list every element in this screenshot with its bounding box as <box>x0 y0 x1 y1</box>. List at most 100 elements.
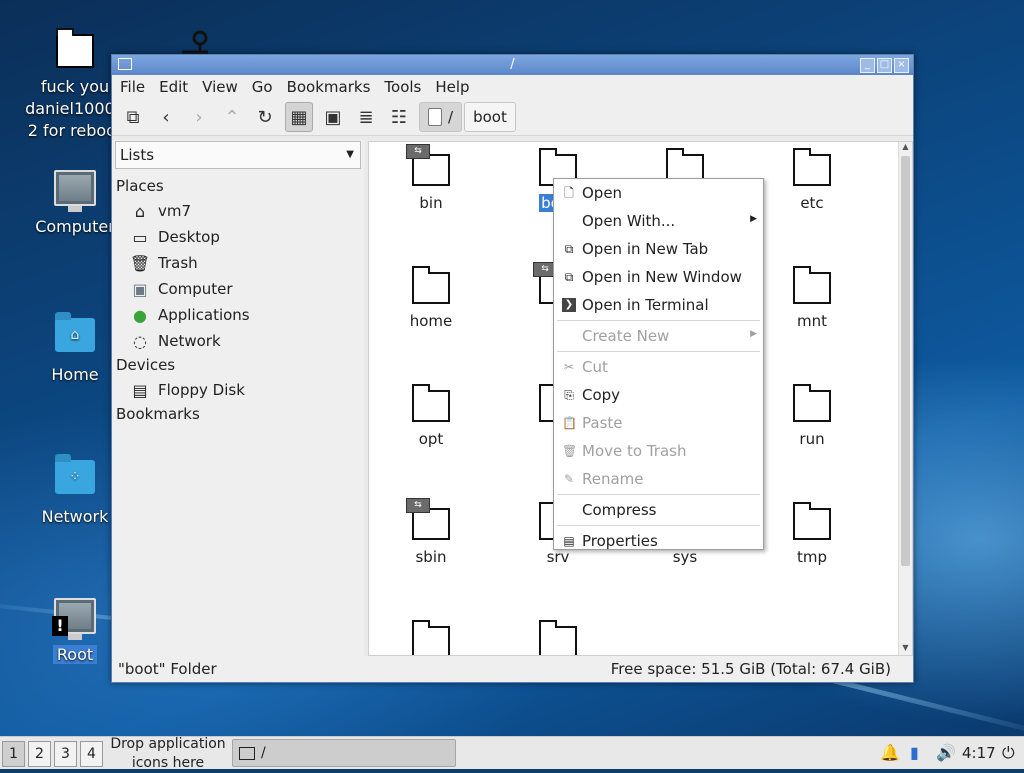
menu-item-open-in-new-tab[interactable]: ⧉ Open in New Tab <box>554 235 763 263</box>
breadcrumb-root[interactable]: / <box>419 102 463 132</box>
sidebar-item-computer[interactable]: ▣ Computer <box>112 276 364 302</box>
folder-icon <box>793 266 831 304</box>
folder-icon <box>412 266 450 304</box>
menu-item-move-to-trash[interactable]: 🗑 Move to Trash <box>554 437 763 465</box>
folder-icon: ⇆ <box>406 498 450 540</box>
back-arrow-icon: ‹ <box>162 106 170 128</box>
menu-item-rename[interactable]: ✎ Rename <box>554 465 763 493</box>
sidebar: Lists ▼ Places ⌂ vm7 ▭ Desktop 🗑 Trash ▣ Com… <box>112 140 364 656</box>
menu-item-create-new[interactable]: Create New ▶ <box>554 322 763 350</box>
file-item[interactable]: home <box>381 264 481 330</box>
sidebar-item-vm7[interactable]: ⌂ vm7 <box>112 198 364 224</box>
sidebar-item-applications[interactable]: ● Applications <box>112 302 364 328</box>
task-button-file-manager[interactable]: / <box>232 739 456 767</box>
compact-view-button[interactable]: ≣ <box>353 103 379 131</box>
folder-icon <box>793 384 831 422</box>
context-menu: 🗋 Open Open With... ▶ ⧉ Open in New Tab ⧉ Open … <box>553 178 764 550</box>
file-item-label: mnt <box>797 312 827 330</box>
back-button[interactable]: ‹ <box>153 103 179 131</box>
menu-item-open[interactable]: 🗋 Open <box>554 179 763 207</box>
file-item[interactable]: opt <box>381 382 481 448</box>
breadcrumb-current-label: boot <box>473 108 507 126</box>
menu-item-label: Move to Trash <box>582 442 687 460</box>
workspace-1-button[interactable]: 1 <box>2 741 25 767</box>
menu-item-label: Copy <box>582 386 621 404</box>
menu-item-open-in-new-window[interactable]: ⧉ Open in New Window <box>554 263 763 291</box>
menu-go[interactable]: Go <box>252 78 273 96</box>
menu-item-label: Open in New Window <box>582 268 742 286</box>
quicklaunch-drop-area[interactable]: Drop application icons here <box>108 735 228 773</box>
menu-edit[interactable]: Edit <box>159 78 188 96</box>
file-item[interactable] <box>508 618 608 655</box>
file-item[interactable] <box>381 618 481 655</box>
side-pane-mode-select[interactable]: Lists ▼ <box>115 141 361 169</box>
menu-bar: File Edit View Go Bookmarks Tools Help <box>112 75 913 99</box>
menu-item-open-with[interactable]: Open With... ▶ <box>554 207 763 235</box>
menu-item-label: Paste <box>582 414 623 432</box>
removable-media-icon[interactable]: ▮ <box>910 743 919 762</box>
menu-separator <box>557 320 760 321</box>
file-manager-window: / _ □ × File Edit View Go Bookmarks Tool… <box>111 54 914 683</box>
forward-button[interactable]: › <box>186 103 212 131</box>
file-item[interactable]: ⇆ bin <box>381 144 481 212</box>
menu-view[interactable]: View <box>202 78 238 96</box>
file-item[interactable]: ⇆ sbin <box>381 498 481 566</box>
power-icon[interactable]: ⏻ <box>1002 743 1015 763</box>
file-item[interactable]: run <box>762 382 862 448</box>
copy-icon: ⎘ <box>564 388 574 402</box>
clock[interactable]: 4:17 <box>962 744 996 762</box>
workspace-3-button[interactable]: 3 <box>54 741 77 767</box>
chevron-down-icon: ▼ <box>346 149 354 160</box>
scroll-down-icon[interactable]: ▼ <box>899 643 912 655</box>
menu-item-label: Cut <box>582 358 608 376</box>
sidebar-item-label: Floppy Disk <box>158 381 245 399</box>
sidebar-item-trash[interactable]: 🗑 Trash <box>112 250 364 276</box>
sidebar-item-floppy[interactable]: ▤ Floppy Disk <box>112 377 364 403</box>
reload-button[interactable]: ↻ <box>252 103 278 131</box>
properties-icon: ▤ <box>563 534 575 548</box>
sidebar-item-network[interactable]: ◌ Network <box>112 328 364 354</box>
file-item[interactable]: tmp <box>762 500 862 566</box>
home-icon: ⌂ <box>134 201 146 221</box>
status-bar: "boot" Folder Free space: 51.5 GiB (Tota… <box>112 656 913 682</box>
icon-view-button[interactable]: ▦ <box>285 102 313 132</box>
thumbnail-view-button[interactable]: ▣ <box>320 103 346 131</box>
menu-help[interactable]: Help <box>435 78 469 96</box>
up-arrow-icon: ⌃ <box>224 106 240 128</box>
maximize-button[interactable]: □ <box>877 58 892 73</box>
workspace-4-button[interactable]: 4 <box>80 741 103 767</box>
menu-item-cut[interactable]: ✂ Cut <box>554 353 763 381</box>
close-button[interactable]: × <box>894 58 909 73</box>
network-icon: ◌ <box>133 331 147 351</box>
title-bar[interactable]: / _ □ × <box>112 55 913 75</box>
vertical-scrollbar[interactable]: ▲ ▼ <box>898 142 912 655</box>
minimize-button[interactable]: _ <box>860 58 875 73</box>
breadcrumb-boot[interactable]: boot <box>464 102 516 132</box>
workspace-2-button[interactable]: 2 <box>28 741 51 767</box>
menu-item-paste[interactable]: 📋 Paste <box>554 409 763 437</box>
taskbar: 1 2 3 4 Drop application icons here / 🔔 … <box>0 736 1024 771</box>
menu-item-label: Properties <box>582 532 658 550</box>
notification-bell-icon[interactable]: 🔔 <box>880 743 900 762</box>
menu-bookmarks[interactable]: Bookmarks <box>287 78 371 96</box>
menu-item-compress[interactable]: Compress <box>554 496 763 524</box>
file-item[interactable]: mnt <box>762 264 862 330</box>
new-tab-button[interactable]: ⧉ <box>120 103 146 131</box>
scrollbar-thumb[interactable] <box>901 156 910 566</box>
menu-item-copy[interactable]: ⎘ Copy <box>554 381 763 409</box>
up-button[interactable]: ⌃ <box>219 103 245 131</box>
sidebar-item-label: Network <box>158 332 221 350</box>
paste-icon: 📋 <box>562 416 577 430</box>
detailed-view-button[interactable]: ☷ <box>386 103 412 131</box>
file-item[interactable]: etc <box>762 146 862 212</box>
drive-icon <box>428 108 442 126</box>
menu-file[interactable]: File <box>120 78 145 96</box>
terminal-icon: ❯ <box>562 298 576 312</box>
menu-item-properties[interactable]: ▤ Properties <box>554 527 763 555</box>
menu-item-open-in-terminal[interactable]: ❯ Open in Terminal <box>554 291 763 319</box>
sidebar-item-desktop[interactable]: ▭ Desktop <box>112 224 364 250</box>
scroll-up-icon[interactable]: ▲ <box>899 142 912 154</box>
menu-tools[interactable]: Tools <box>384 78 421 96</box>
volume-icon[interactable]: 🔊 <box>936 743 956 762</box>
folder-icon <box>793 502 831 540</box>
